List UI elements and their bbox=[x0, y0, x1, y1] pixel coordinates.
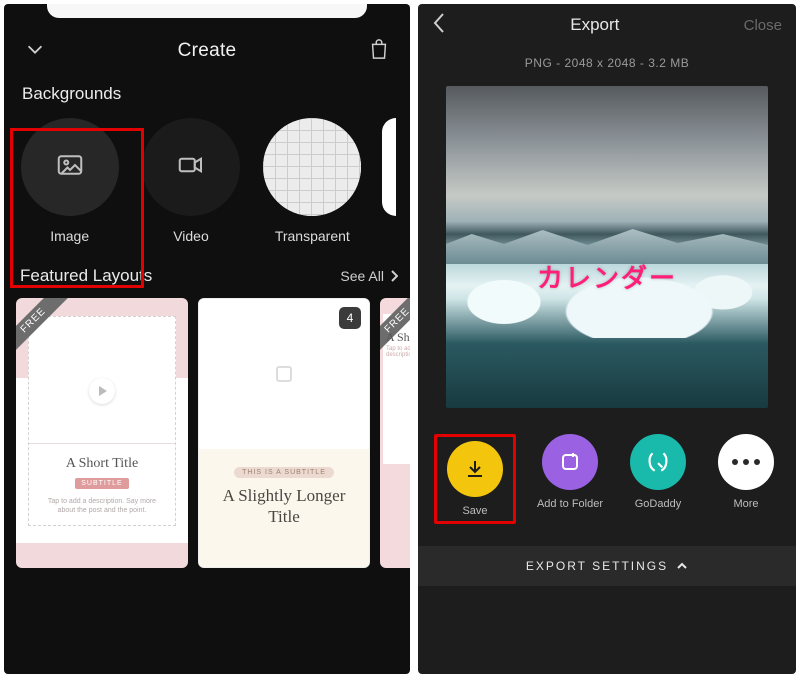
layout-card[interactable]: FREE A Short Title SUBTITLE Tap to add a… bbox=[16, 298, 188, 568]
action-label: Save bbox=[462, 505, 487, 517]
more-button[interactable]: More bbox=[712, 434, 780, 510]
play-icon bbox=[89, 378, 115, 404]
export-settings-button[interactable]: EXPORT SETTINGS bbox=[418, 546, 796, 586]
download-icon bbox=[463, 457, 487, 481]
export-metadata: PNG - 2048 x 2048 - 3.2 MB bbox=[432, 46, 782, 86]
background-option-label: Image bbox=[50, 228, 89, 244]
layout-title: A Shor bbox=[386, 330, 410, 345]
image-icon bbox=[55, 150, 85, 185]
see-all-button[interactable]: See All bbox=[340, 268, 398, 284]
layout-description: Tap to add a description. Say more about… bbox=[29, 497, 175, 525]
highlight-save: Save bbox=[434, 434, 516, 524]
layout-subtitle-pill: THIS IS A SUBTITLE bbox=[234, 467, 334, 478]
page-title: Create bbox=[46, 40, 368, 62]
transparent-grid-icon bbox=[263, 118, 361, 216]
background-option-next[interactable] bbox=[382, 118, 396, 216]
preview-text: カレンダー bbox=[446, 258, 768, 295]
background-option-label: Video bbox=[173, 228, 209, 244]
export-actions: Save Add to Folder GoDaddy bbox=[432, 434, 782, 524]
back-button[interactable] bbox=[432, 12, 446, 39]
layout-description: Tap to add a description. bbox=[386, 346, 410, 358]
add-to-folder-button[interactable]: Add to Folder bbox=[536, 434, 604, 510]
status-bar bbox=[4, 4, 410, 28]
layout-card[interactable]: 4 THIS IS A SUBTITLE A Slightly Longer T… bbox=[198, 298, 370, 568]
background-option-image[interactable]: Image bbox=[18, 118, 121, 244]
create-screen: Create Backgrounds Image bbox=[4, 4, 410, 674]
backgrounds-label: Backgrounds bbox=[4, 74, 410, 112]
background-option-transparent[interactable]: Transparent bbox=[261, 118, 364, 244]
export-settings-label: EXPORT SETTINGS bbox=[526, 559, 668, 573]
page-title: Export bbox=[446, 15, 744, 35]
featured-label: Featured Layouts bbox=[20, 266, 152, 286]
chevron-down-icon[interactable] bbox=[24, 38, 46, 65]
placeholder-icon bbox=[276, 366, 292, 382]
page-count-badge: 4 bbox=[339, 307, 361, 329]
featured-header: Featured Layouts See All bbox=[4, 244, 410, 294]
layout-title: A Slightly Longer Title bbox=[205, 486, 363, 527]
see-all-label: See All bbox=[340, 268, 384, 284]
export-header: Export Close bbox=[432, 4, 782, 46]
more-icon bbox=[732, 459, 760, 465]
featured-layouts-row[interactable]: FREE A Short Title SUBTITLE Tap to add a… bbox=[4, 294, 410, 576]
export-preview: カレンダー bbox=[446, 86, 768, 408]
create-header: Create bbox=[4, 28, 410, 74]
save-button[interactable]: Save bbox=[441, 441, 509, 517]
background-option-label: Transparent bbox=[275, 228, 350, 244]
action-label: Add to Folder bbox=[537, 498, 603, 510]
video-icon bbox=[176, 150, 206, 185]
chevron-up-icon bbox=[676, 560, 688, 572]
shopping-bag-icon[interactable] bbox=[368, 37, 390, 66]
action-label: GoDaddy bbox=[635, 498, 681, 510]
action-label: More bbox=[733, 498, 758, 510]
layout-card[interactable]: FREE A Shor Tap to add a description. bbox=[380, 298, 410, 568]
chevron-right-icon bbox=[390, 270, 398, 282]
layout-subtitle-badge: SUBTITLE bbox=[75, 478, 128, 489]
export-screen: Export Close PNG - 2048 x 2048 - 3.2 MB … bbox=[418, 4, 796, 674]
background-option-video[interactable]: Video bbox=[139, 118, 242, 244]
layout-title: A Short Title bbox=[66, 456, 138, 472]
chevron-left-icon bbox=[432, 12, 446, 34]
folder-plus-icon bbox=[558, 450, 582, 474]
godaddy-icon bbox=[645, 449, 671, 475]
godaddy-button[interactable]: GoDaddy bbox=[624, 434, 692, 510]
close-button[interactable]: Close bbox=[744, 17, 782, 34]
backgrounds-row: Image Video Transparent bbox=[4, 112, 410, 244]
